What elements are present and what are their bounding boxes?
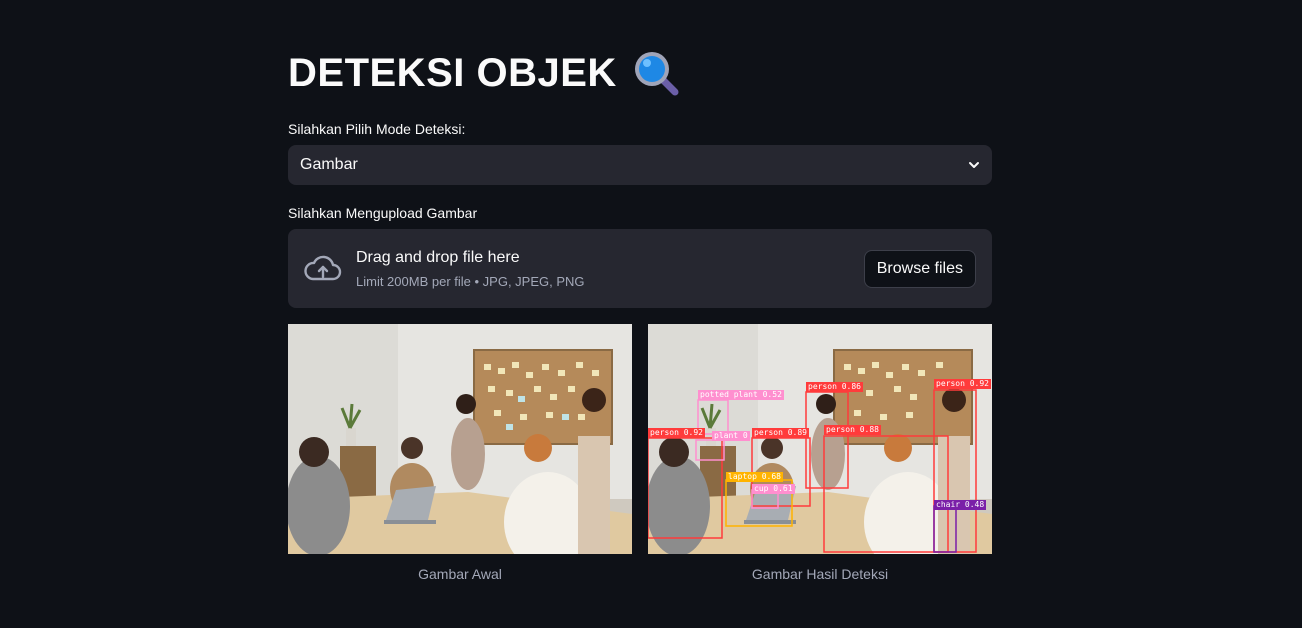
dropzone-instructions: Drag and drop file here [356,248,520,266]
detection-result-image [648,324,992,554]
cloud-upload-icon [304,255,342,280]
browse-files-button[interactable]: Browse files [863,249,976,288]
dropzone-limits: Limit 200MB per file • JPG, JPEG, PNG [356,273,585,289]
result-image-caption: Gambar Hasil Deteksi [751,566,889,582]
upload-label: Silahkan Mengupload Gambar [288,205,478,221]
mode-select-value: Gambar [300,156,358,173]
chevron-down-icon [969,162,979,168]
page-title-text: DETEKSI OBJEK [288,50,617,95]
magnifying-glass-icon [634,52,679,96]
original-image-caption: Gambar Awal [418,566,502,582]
file-dropzone[interactable]: Drag and drop file here Limit 200MB per … [288,229,992,308]
mode-label: Silahkan Pilih Mode Deteksi: [288,121,466,137]
mode-select[interactable]: Gambar [288,145,992,185]
original-image [288,324,632,554]
page-title: DETEKSI OBJEK [288,48,681,98]
original-image-container: Gambar Awal [288,324,632,582]
result-image-container: potted plant 0.52 person 0.86 person 0.9… [648,324,992,582]
